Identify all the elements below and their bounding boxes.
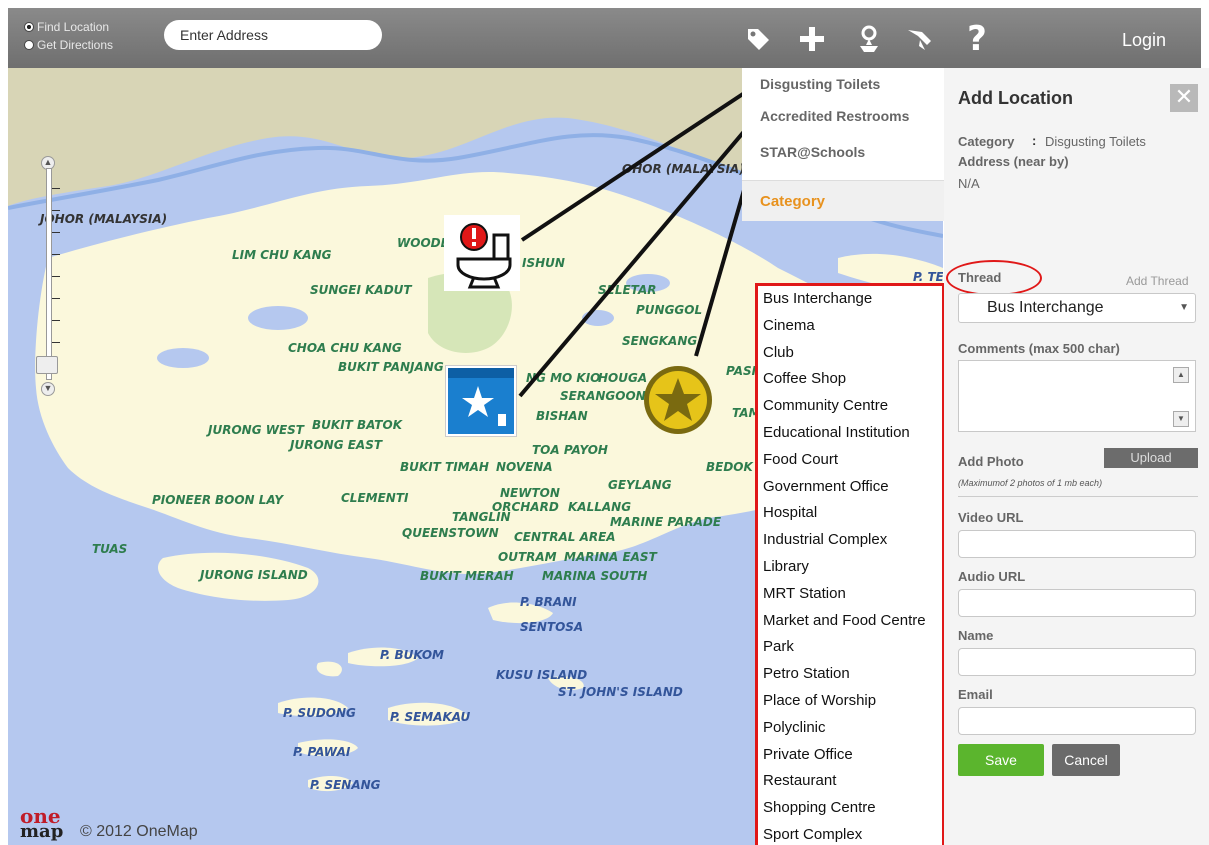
thread-selected-value: Bus Interchange [987,299,1104,316]
list-item[interactable]: Community Centre [758,393,942,420]
list-item[interactable]: Bus Interchange [758,286,942,313]
list-item[interactable]: MRT Station [758,581,942,608]
category-tab[interactable]: Category [742,180,944,221]
list-item[interactable]: Park [758,634,942,661]
list-item[interactable]: Shopping Centre [758,795,942,822]
divider [958,496,1198,497]
thread-label: Thread [958,270,1002,285]
email-input[interactable] [958,707,1196,735]
panel-title: Add Location [958,88,1073,108]
chevron-down-icon: ▼ [1179,302,1189,313]
list-item[interactable]: Library [758,554,942,581]
list-item[interactable]: Hospital [758,500,942,527]
list-item[interactable]: Government Office [758,474,942,501]
add-location-panel: Add Location ✕ Category : Disgusting Toi… [944,68,1209,845]
scroll-up-icon[interactable]: ▲ [1173,367,1189,383]
callout-line-toilets [520,82,760,242]
list-item[interactable]: Industrial Complex [758,527,942,554]
cancel-button[interactable]: Cancel [1052,744,1120,776]
onemap-logo: one map [20,806,64,842]
address-label: Address (near by) [958,154,1069,169]
list-item[interactable]: Cinema [758,313,942,340]
save-button[interactable]: Save [958,744,1044,776]
photo-hint: (Maximumof 2 photos of 1 mb each) [958,478,1103,488]
legend-accredited-restrooms[interactable]: Accredited Restrooms [760,108,909,124]
category-colon: : [1032,133,1037,148]
list-item[interactable]: Polyclinic [758,715,942,742]
list-item[interactable]: Food Court [758,447,942,474]
callout-line-restrooms [518,113,760,398]
audio-url-input[interactable] [958,589,1196,617]
list-item[interactable]: Coffee Shop [758,366,942,393]
video-url-label: Video URL [958,510,1024,525]
upload-button[interactable]: Upload [1104,448,1198,468]
list-item[interactable]: Sport Complex [758,822,942,845]
category-value: Disgusting Toilets [1045,134,1146,149]
legend-star-schools[interactable]: STAR@Schools [760,144,865,160]
audio-url-label: Audio URL [958,569,1026,584]
category-label: Category [958,134,1015,149]
email-label: Email [958,687,993,702]
video-url-input[interactable] [958,530,1196,558]
thread-category-dropdown[interactable]: Bus Interchange Cinema Club Coffee Shop … [755,283,945,845]
category-tab-label: Category [760,193,826,210]
add-photo-label: Add Photo [958,454,1024,469]
name-label: Name [958,628,994,643]
list-item[interactable]: Educational Institution [758,420,942,447]
logo-bottom-text: map [20,821,64,842]
add-thread-link[interactable]: Add Thread [1126,274,1189,288]
list-item[interactable]: Restaurant [758,768,942,795]
map-copyright: © 2012 OneMap [80,823,198,840]
address-value: N/A [958,176,980,191]
close-icon[interactable]: ✕ [1170,84,1198,112]
list-item[interactable]: Place of Worship [758,688,942,715]
comments-textarea[interactable]: ▲ ▼ [958,360,1196,432]
list-item[interactable]: Private Office [758,742,942,769]
list-item[interactable]: Market and Food Centre [758,608,942,635]
comments-label: Comments (max 500 char) [958,341,1120,356]
thread-select[interactable]: Bus Interchange ▼ [958,293,1196,323]
name-input[interactable] [958,648,1196,676]
list-item[interactable]: Club [758,340,942,367]
scroll-down-icon[interactable]: ▼ [1173,411,1189,427]
legend-disgusting-toilets[interactable]: Disgusting Toilets [760,76,880,92]
list-item[interactable]: Petro Station [758,661,942,688]
